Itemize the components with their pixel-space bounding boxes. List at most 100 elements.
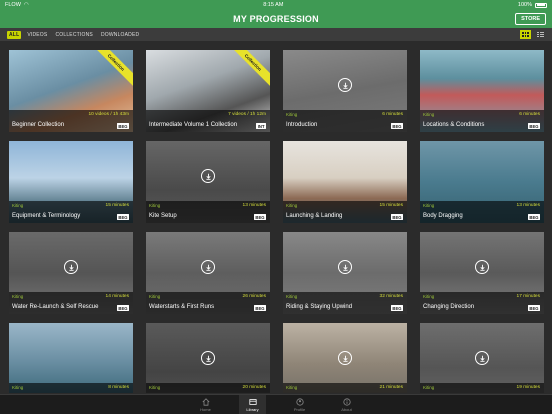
card-title: Launching & Landing (286, 213, 343, 219)
card-title: Waterstarts & First Runs (149, 304, 215, 310)
card-title: Changing Direction (423, 304, 475, 310)
video-card[interactable]: Kiting 19 minutes (420, 323, 544, 393)
filter-downloaded[interactable]: DOWNLOADED (99, 31, 141, 39)
level-badge: INT (256, 123, 266, 129)
card-category: Kiting (149, 385, 161, 390)
level-badge: BEG (116, 214, 129, 220)
level-badge: BEG (390, 214, 403, 220)
video-card[interactable]: Kiting 15 minutes Equipment & Terminology B… (9, 141, 133, 223)
level-badge: BEG (527, 305, 540, 311)
battery-icon (535, 2, 547, 8)
video-grid: Collection 10 videos / 1h 43m Beginner Col… (9, 50, 546, 393)
card-title: Riding & Staying Upwind (286, 304, 353, 310)
card-duration: 14 minutes (105, 294, 129, 299)
video-card[interactable]: Kiting 13 minutes Kite Setup BEG (146, 141, 270, 223)
video-card[interactable]: Collection 10 videos / 1h 43m Beginner Col… (9, 50, 133, 132)
card-title: Beginner Collection (12, 122, 65, 128)
tab-library-label: Library (246, 406, 259, 412)
info-icon (342, 397, 351, 406)
card-category: Kiting (12, 385, 24, 390)
card-duration: 6 minutes (382, 112, 403, 117)
tab-bar: Home Library Profile About (0, 394, 552, 414)
video-card[interactable]: Kiting 21 minutes (283, 323, 407, 393)
card-category: Kiting (149, 294, 161, 299)
wifi-icon: ◠ (23, 2, 29, 8)
card-title: Introduction (286, 122, 318, 128)
video-card[interactable]: Kiting 20 minutes (146, 323, 270, 393)
filter-collections[interactable]: COLLECTIONS (53, 31, 95, 39)
card-duration: 21 minutes (379, 385, 403, 390)
status-bar: FLOW ◠ 8:15 AM 100% (0, 0, 552, 10)
level-badge: BEG (116, 305, 129, 311)
page-title: MY PROGRESSION (233, 14, 319, 24)
card-duration: 15 minutes (379, 203, 403, 208)
level-badge: BEG (390, 123, 403, 129)
video-card[interactable]: Collection 7 videos / 1h 12m Intermediate … (146, 50, 270, 132)
card-category: Kiting (149, 203, 161, 208)
card-duration: 32 minutes (379, 294, 403, 299)
card-title: Locations & Conditions (423, 122, 485, 128)
card-category: Kiting (423, 203, 435, 208)
grid-view-icon (522, 32, 529, 37)
library-icon (248, 398, 257, 405)
card-duration: 13 minutes (516, 203, 540, 208)
tab-about[interactable]: About (333, 395, 360, 414)
card-category: Kiting (12, 294, 24, 299)
card-duration: 10 videos / 1h 43m (88, 112, 129, 117)
level-badge: BEG (390, 305, 403, 311)
card-title: Kite Setup (149, 213, 177, 219)
card-category: Kiting (286, 112, 298, 117)
card-duration: 20 minutes (242, 385, 266, 390)
card-category: Kiting (286, 294, 298, 299)
filter-all[interactable]: ALL (7, 30, 22, 39)
card-category: Kiting (423, 294, 435, 299)
home-icon (202, 397, 209, 406)
card-duration: 17 minutes (516, 294, 540, 299)
card-duration: 19 minutes (516, 385, 540, 390)
list-view-icon (537, 32, 544, 37)
video-card[interactable]: Kiting 32 minutes Riding & Staying Upwind B… (283, 232, 407, 314)
card-duration: 7 videos / 1h 12m (228, 112, 266, 117)
status-time: 8:15 AM (263, 2, 284, 8)
carrier-label: FLOW (5, 2, 21, 8)
filter-videos[interactable]: VIDEOS (25, 31, 49, 39)
store-button[interactable]: STORE (515, 13, 546, 25)
nav-bar: MY PROGRESSION STORE (0, 10, 552, 28)
card-title: Equipment & Terminology (12, 213, 81, 219)
battery-percent: 100% (517, 2, 532, 8)
card-category: Kiting (286, 385, 298, 390)
card-category: Kiting (423, 385, 435, 390)
card-duration: 13 minutes (242, 203, 266, 208)
profile-icon (295, 397, 304, 406)
video-card[interactable]: Kiting 14 minutes Water Re-Launch & Self R… (9, 232, 133, 314)
level-badge: BEG (116, 123, 129, 129)
card-category: Kiting (12, 203, 24, 208)
video-card[interactable]: Kiting 8 minutes (9, 323, 133, 393)
card-duration: 15 minutes (105, 203, 129, 208)
tab-about-label: About (341, 406, 352, 412)
video-card[interactable]: Kiting 17 minutes Changing Direction BEG (420, 232, 544, 314)
tab-home[interactable]: Home (192, 395, 219, 414)
card-duration: 6 minutes (519, 112, 540, 117)
level-badge: BEG (527, 123, 540, 129)
video-card[interactable]: Kiting 26 minutes Waterstarts & First Runs… (146, 232, 270, 314)
tab-profile-label: Profile (293, 406, 306, 412)
card-category: Kiting (286, 203, 298, 208)
grid-view-button[interactable] (520, 30, 531, 39)
tab-home-label: Home (200, 406, 211, 412)
card-title: Water Re-Launch & Self Rescue (12, 304, 99, 310)
filter-bar: ALL VIDEOS COLLECTIONS DOWNLOADED (0, 28, 552, 41)
card-title: Body Dragging (423, 213, 463, 219)
card-title: Intermediate Volume 1 Collection (149, 122, 238, 128)
tab-profile[interactable]: Profile (286, 395, 313, 414)
tab-library[interactable]: Library (239, 395, 266, 414)
list-view-button[interactable] (535, 30, 546, 39)
level-badge: BEG (253, 305, 266, 311)
video-card[interactable]: Kiting 13 minutes Body Dragging BEG (420, 141, 544, 223)
card-category: Kiting (423, 112, 435, 117)
video-card[interactable]: Kiting 6 minutes Locations & Conditions BEG (420, 50, 544, 132)
video-card[interactable]: Kiting 15 minutes Launching & Landing BEG (283, 141, 407, 223)
card-duration: 8 minutes (108, 385, 129, 390)
video-card[interactable]: Kiting 6 minutes Introduction BEG (283, 50, 407, 132)
level-badge: BEG (527, 214, 540, 220)
